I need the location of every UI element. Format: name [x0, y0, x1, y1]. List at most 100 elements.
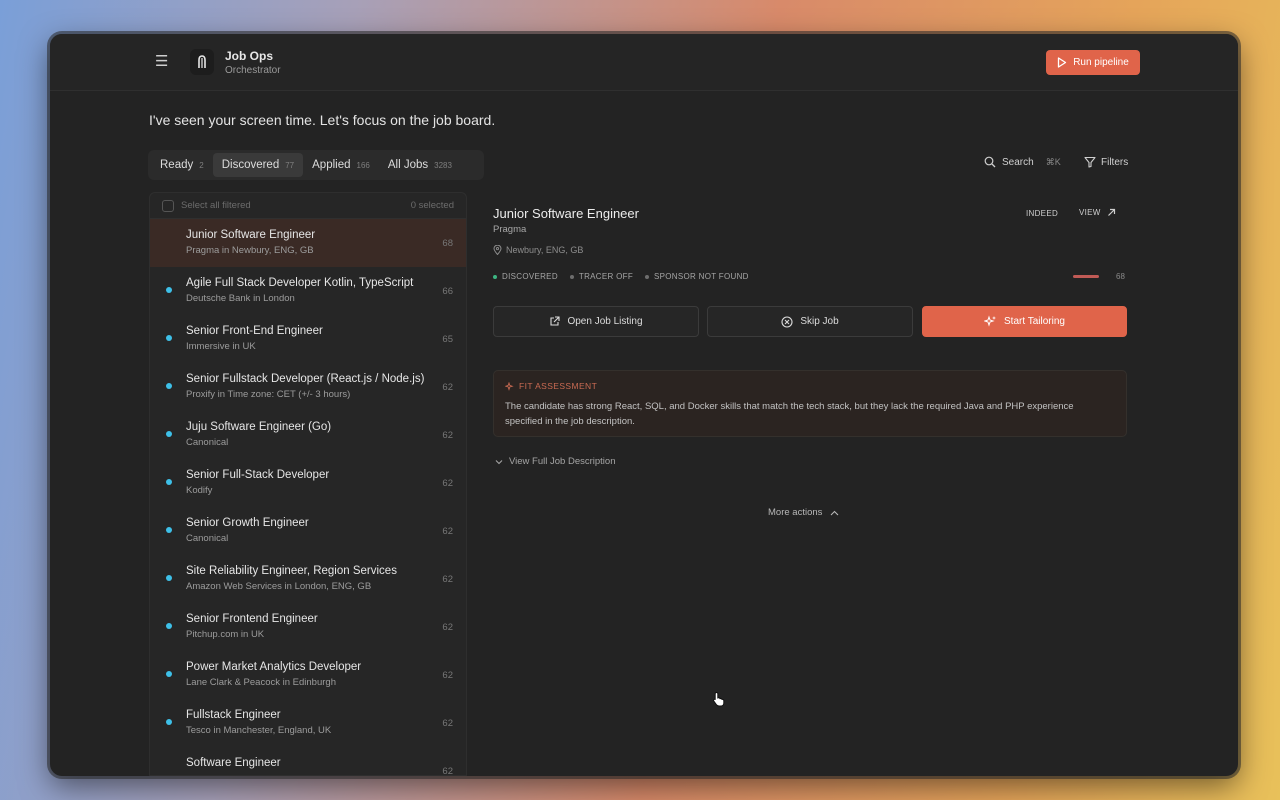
job-title: Software Engineer [186, 757, 281, 769]
score-value: 68 [1116, 272, 1125, 281]
start-tailoring-button[interactable]: Start Tailoring [922, 306, 1127, 337]
sparkles-icon [505, 381, 514, 391]
job-score: 65 [442, 334, 453, 345]
job-score: 62 [442, 478, 453, 489]
job-list-item[interactable]: Senior Fullstack Developer (React.js / N… [150, 363, 466, 411]
view-label: VIEW [1079, 208, 1101, 217]
status-sponsor: SPONSOR NOT FOUND [645, 272, 749, 281]
top-bar: ☰ Job Ops Orchestrator Run pipeline [50, 34, 1238, 91]
job-company-location: Pitchup.com in UK [186, 629, 265, 640]
skip-job-button[interactable]: Skip Job [707, 306, 913, 337]
job-company-location: Kodify [186, 485, 213, 496]
tab-label: Applied [312, 159, 351, 171]
start-tailoring-label: Start Tailoring [1004, 316, 1065, 327]
page-headline: I've seen your screen time. Let's focus … [149, 112, 496, 128]
status-label: TRACER OFF [578, 272, 634, 281]
new-indicator-dot [166, 335, 172, 341]
job-list-item[interactable]: Senior Front-End Engineer Immersive in U… [150, 315, 466, 363]
view-full-description-label: View Full Job Description [509, 456, 616, 467]
job-detail-company: Pragma [493, 224, 527, 235]
chevron-up-icon [831, 510, 839, 515]
job-score: 68 [442, 238, 453, 249]
job-title: Junior Software Engineer [186, 229, 316, 241]
job-list-item[interactable]: Site Reliability Engineer, Region Servic… [150, 555, 466, 603]
status-dot [493, 274, 497, 279]
job-list-item[interactable]: Power Market Analytics Developer Lane Cl… [150, 651, 466, 699]
search-label: Search [1002, 156, 1034, 168]
app-name: Job Ops [225, 49, 274, 63]
tab-count: 166 [356, 160, 370, 170]
hamburger-icon[interactable]: ☰ [155, 52, 171, 72]
status-dot [569, 274, 574, 279]
job-company-location: Tesco in Manchester, England, UK [186, 725, 332, 736]
fit-assessment-label: FIT ASSESSMENT [519, 381, 598, 391]
job-company-location: Immersive in UK [186, 341, 256, 352]
job-score: 62 [442, 430, 453, 441]
new-indicator-dot [166, 431, 172, 437]
job-list-item[interactable]: Senior Full-Stack Developer Kodify 62 [150, 459, 466, 507]
job-title: Power Market Analytics Developer [186, 661, 362, 673]
arrow-up-right-icon [1107, 208, 1115, 216]
job-list-item[interactable]: Fullstack Engineer Tesco in Manchester, … [150, 699, 466, 747]
job-list-item[interactable]: Senior Growth Engineer Canonical 62 [150, 507, 466, 555]
job-company-location: Proxify in Time zone: CET (+/- 3 hours) [186, 389, 351, 400]
job-title: Juju Software Engineer (Go) [186, 421, 332, 433]
job-list-panel: Select all filtered 0 selected Junior So… [149, 192, 467, 776]
app-logo [190, 49, 214, 75]
new-indicator-dot [166, 479, 172, 485]
new-indicator-dot [166, 671, 172, 677]
status-tracer: TRACER OFF [569, 272, 634, 281]
job-location: Newbury, ENG, GB [493, 245, 583, 255]
select-all-row: Select all filtered 0 selected [150, 193, 466, 219]
app-subtitle: Orchestrator [225, 65, 281, 76]
map-pin-icon [493, 245, 502, 255]
job-score: 62 [442, 574, 453, 585]
job-list-item[interactable]: Juju Software Engineer (Go) Canonical 62 [150, 411, 466, 459]
more-actions-toggle[interactable]: More actions [768, 507, 839, 518]
fit-assessment-card: FIT ASSESSMENT The candidate has strong … [493, 370, 1127, 437]
tab-label: All Jobs [387, 159, 429, 171]
job-list-item[interactable]: Agile Full Stack Developer Kotlin, TypeS… [150, 267, 466, 315]
job-title: Senior Full-Stack Developer [186, 469, 330, 481]
score-bar [1073, 275, 1099, 278]
new-indicator-dot [166, 287, 172, 293]
view-full-description-toggle[interactable]: View Full Job Description [495, 456, 615, 467]
tab-ready[interactable]: Ready 2 [151, 153, 213, 177]
job-list-item[interactable]: Senior Frontend Engineer Pitchup.com in … [150, 603, 466, 651]
open-job-listing-label: Open Job Listing [567, 316, 643, 327]
tab-applied[interactable]: Applied 166 [303, 153, 379, 177]
hand-cursor-icon [712, 691, 726, 712]
more-actions-label: More actions [768, 507, 823, 518]
fit-assessment-text: The candidate has strong React, SQL, and… [505, 401, 1074, 427]
selected-count: 0 selected [410, 200, 454, 211]
job-company-location: Lane Clark & Peacock in Edinburgh [186, 677, 336, 688]
view-external-link[interactable]: VIEW [1079, 208, 1116, 217]
new-indicator-dot [166, 623, 172, 629]
run-pipeline-button[interactable]: Run pipeline [1046, 50, 1140, 75]
open-job-listing-button[interactable]: Open Job Listing [493, 306, 699, 337]
job-title: Fullstack Engineer [186, 709, 281, 721]
skip-job-label: Skip Job [800, 316, 839, 327]
tab-label: Discovered [221, 159, 280, 171]
filters-button[interactable]: Filters [1084, 156, 1128, 168]
job-status-row: DISCOVERED TRACER OFF SPONSOR NOT FOUND [493, 272, 749, 281]
chevron-down-icon [495, 459, 503, 464]
filters-label: Filters [1101, 156, 1129, 168]
tab-count: 2 [199, 160, 204, 170]
status-label: SPONSOR NOT FOUND [654, 272, 749, 281]
job-company-location: Deutsche Bank in London [186, 293, 295, 304]
job-list-item[interactable]: Software Engineer 62 [150, 747, 466, 776]
status-discovered: DISCOVERED [493, 272, 558, 281]
new-indicator-dot [166, 575, 172, 581]
job-company-location: Canonical [186, 437, 229, 448]
select-all-checkbox[interactable] [162, 199, 174, 212]
tab-count: 77 [285, 160, 295, 170]
tab-discovered[interactable]: Discovered 77 [212, 153, 304, 177]
job-score: 62 [442, 766, 453, 776]
new-indicator-dot [166, 527, 172, 533]
search-button[interactable]: Search ⌘K [984, 156, 1061, 168]
job-list-item[interactable]: Junior Software Engineer Pragma in Newbu… [150, 219, 466, 267]
job-company-location: Amazon Web Services in London, ENG, GB [186, 581, 372, 592]
tab-all-jobs[interactable]: All Jobs 3283 [379, 153, 461, 177]
job-score: 62 [442, 622, 453, 633]
